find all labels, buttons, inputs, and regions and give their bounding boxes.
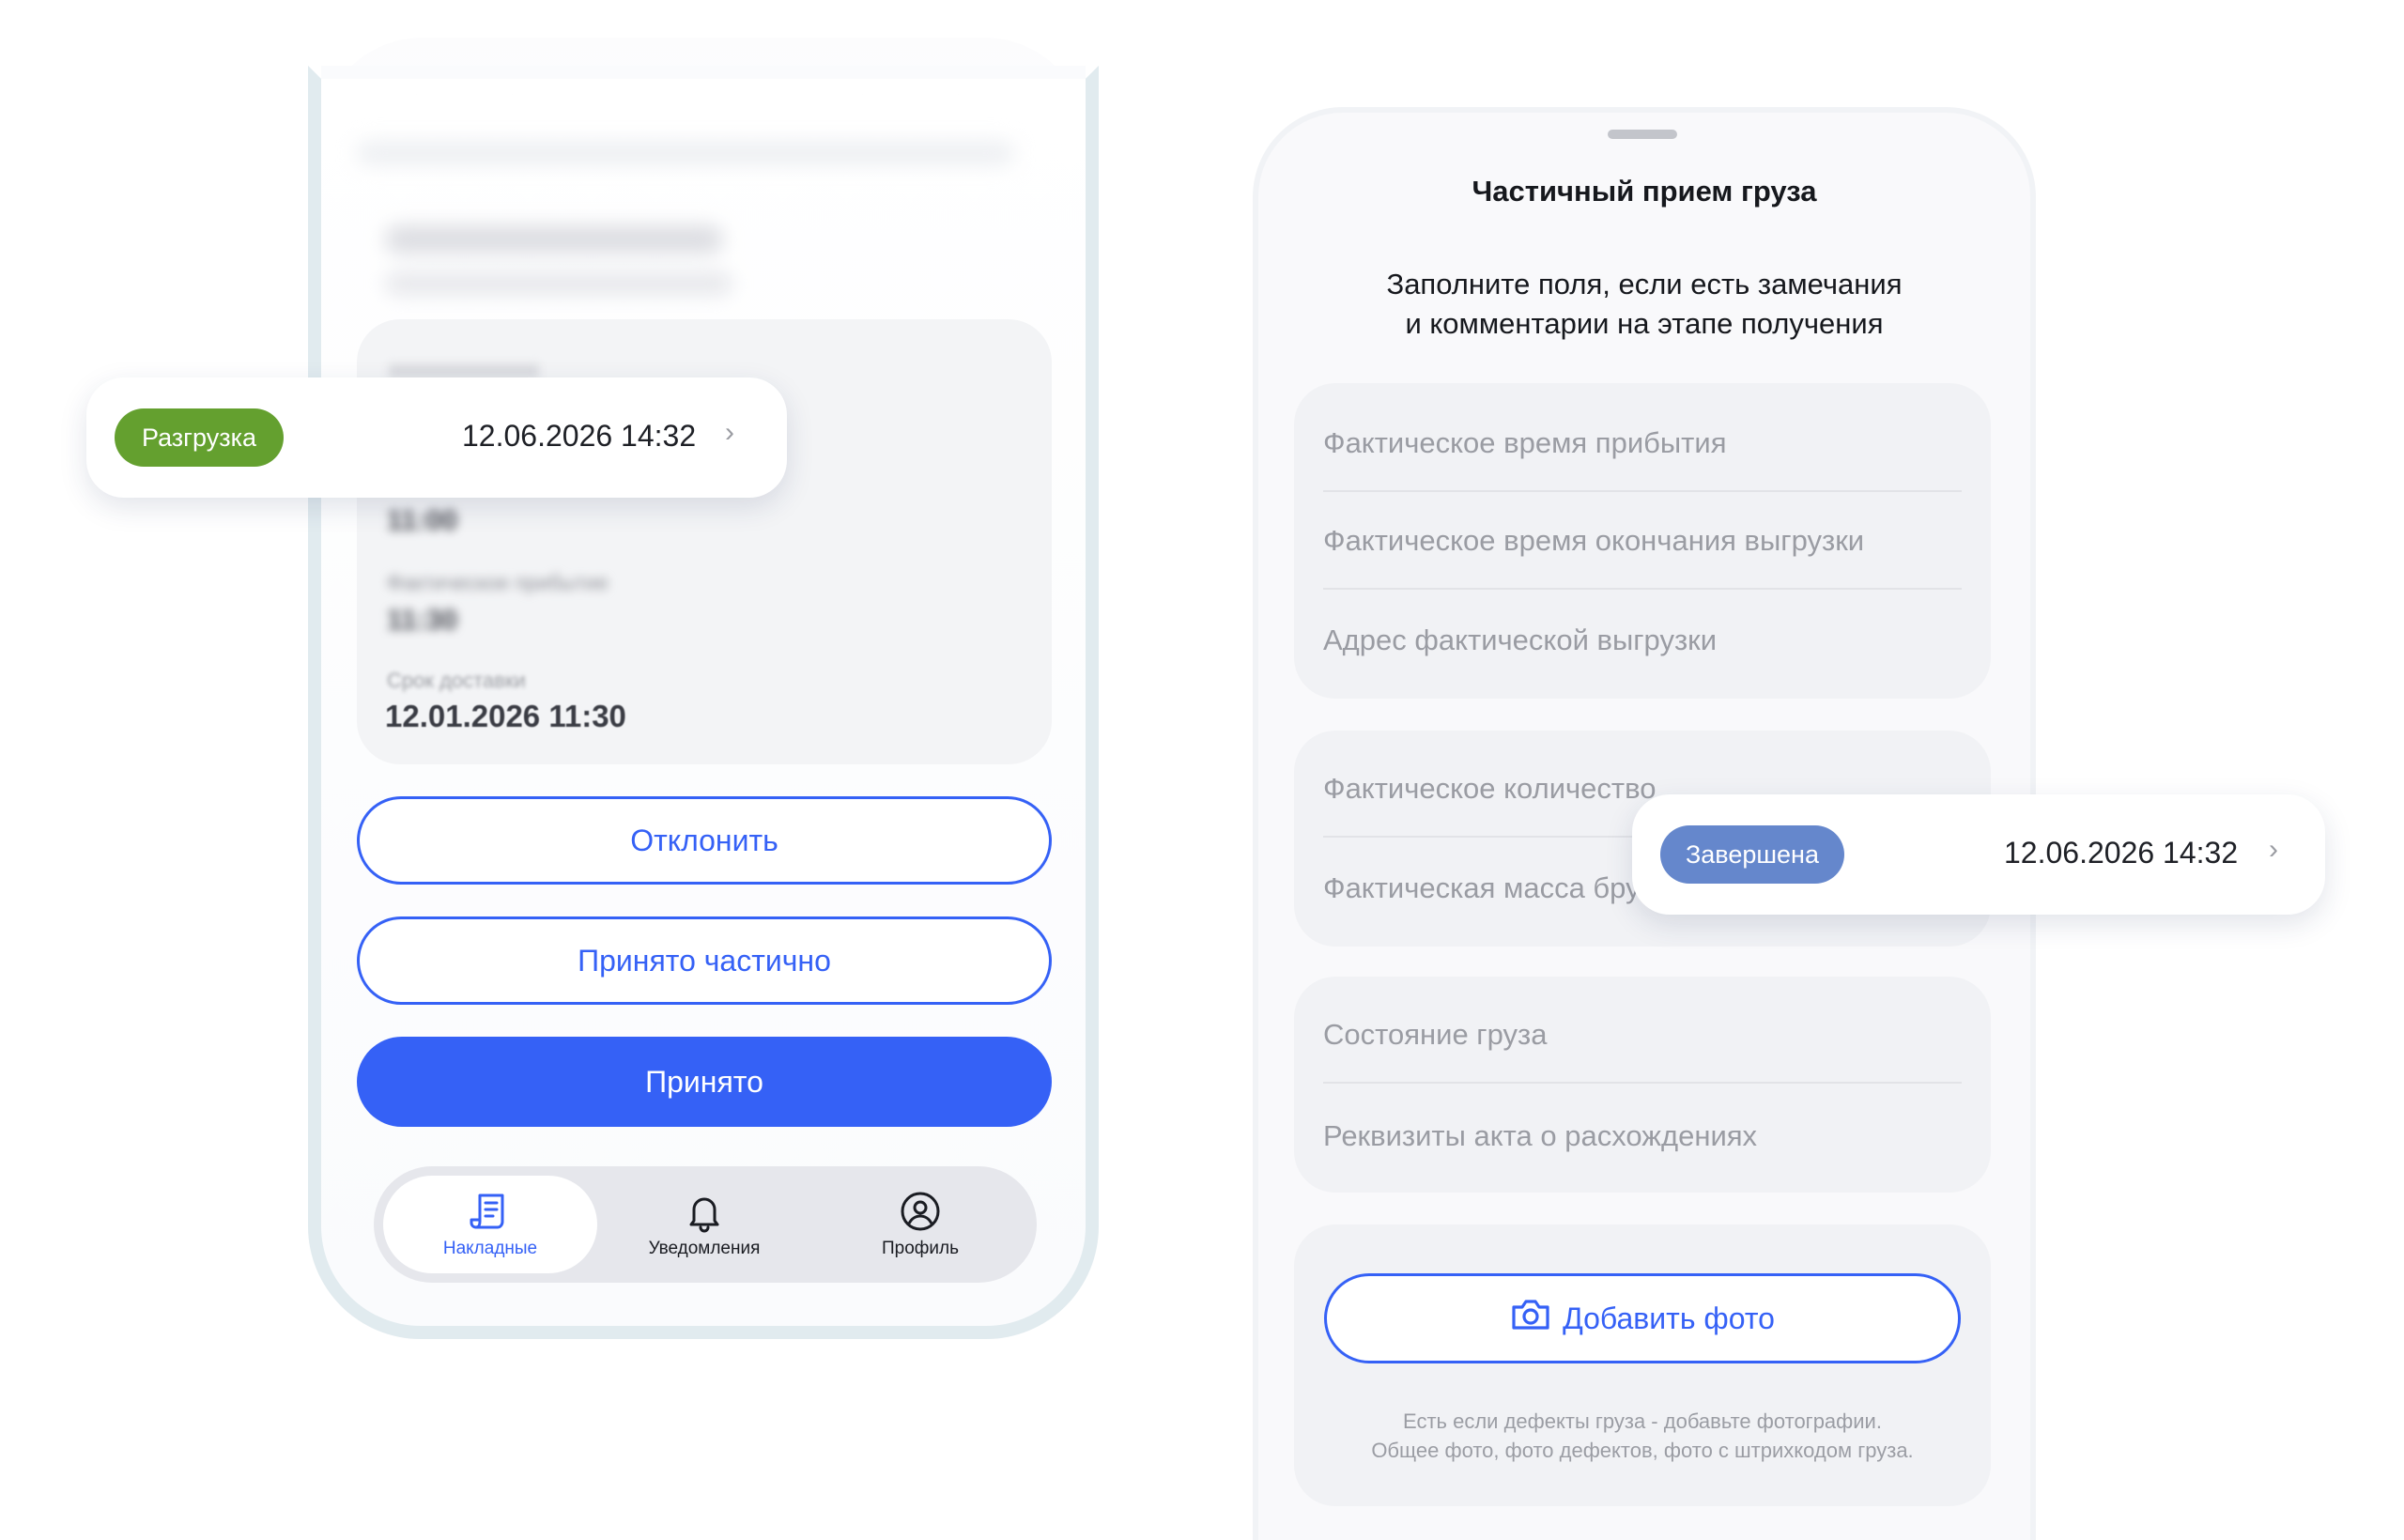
reject-button[interactable]: Отклонить xyxy=(357,796,1052,885)
tab-profile[interactable]: Профиль xyxy=(813,1176,1027,1273)
sheet-subtitle-line1: Заполните поля, если есть замечания xyxy=(1386,268,1903,300)
status-datetime: 12.06.2026 14:32 xyxy=(462,419,697,453)
field-actual-gross-mass[interactable]: Фактическая масса брутто xyxy=(1323,871,1683,905)
bell-icon xyxy=(683,1190,726,1233)
blurred-header xyxy=(357,141,1052,310)
profile-icon xyxy=(899,1190,942,1233)
unloading-status-card[interactable]: Разгрузка 12.06.2026 14:32 › xyxy=(86,377,787,498)
field-unloading-address[interactable]: Адрес фактической выгрузки xyxy=(1323,624,1717,657)
photo-hint-line1: Есть если дефекты груза - добавьте фотог… xyxy=(1403,1409,1882,1433)
divider xyxy=(1323,1082,1962,1084)
delivery-deadline-label: Срок доставки xyxy=(387,669,526,692)
photo-hint-line2: Общее фото, фото дефектов, фото с штрихк… xyxy=(1371,1439,1914,1462)
field-unloading-end-time[interactable]: Фактическое время окончания выгрузки xyxy=(1323,524,1864,558)
delivery-deadline-value: 12.01.2026 11:30 xyxy=(385,699,626,733)
tab-notifications-label: Уведомления xyxy=(648,1239,761,1258)
tab-profile-label: Профиль xyxy=(881,1239,960,1258)
add-photo-label: Добавить фото xyxy=(1563,1301,1775,1335)
sheet-subtitle-line2: и комментарии на этапе получения xyxy=(1405,307,1884,340)
field-discrepancy-act[interactable]: Реквизиты акта о расхождениях xyxy=(1323,1119,1757,1153)
status-badge: Завершена xyxy=(1660,825,1844,884)
invoice-icon xyxy=(469,1190,512,1233)
camera-icon xyxy=(1510,1296,1563,1341)
tab-notifications[interactable]: Уведомления xyxy=(597,1176,811,1273)
sheet-title: Частичный прием груза xyxy=(1472,175,1817,208)
divider xyxy=(1323,490,1962,492)
tab-invoices[interactable]: Накладные xyxy=(383,1176,597,1273)
divider xyxy=(1323,588,1962,590)
status-badge: Разгрузка xyxy=(115,408,284,467)
field-arrival-time[interactable]: Фактическое время прибытия xyxy=(1323,426,1726,460)
completed-status-card[interactable]: Завершена 12.06.2026 14:32 › xyxy=(1632,794,2325,915)
tab-invoices-label: Накладные xyxy=(442,1239,538,1258)
time-fields-group: Фактическое время прибытия Фактическое в… xyxy=(1294,383,1991,699)
field-cargo-condition[interactable]: Состояние груза xyxy=(1323,1018,1547,1052)
chevron-right-icon: › xyxy=(2269,834,2278,865)
accept-button[interactable]: Принято xyxy=(357,1037,1052,1127)
add-photo-button[interactable]: Добавить фото xyxy=(1324,1273,1961,1363)
condition-fields-group: Состояние груза Реквизиты акта о расхожд… xyxy=(1294,977,1991,1193)
sheet-subtitle: Заполните поля, если есть замечания и ко… xyxy=(1258,265,2030,344)
sheet-drag-handle[interactable] xyxy=(1608,130,1677,139)
status-datetime: 12.06.2026 14:32 xyxy=(2004,836,2239,870)
field-actual-quantity[interactable]: Фактическое количество xyxy=(1323,772,1656,806)
photo-hint: Есть если дефекты груза - добавьте фотог… xyxy=(1294,1407,1991,1465)
bottom-tab-bar: Накладные Уведомления Профиль xyxy=(374,1166,1037,1283)
chevron-right-icon: › xyxy=(725,417,734,448)
accept-partial-button[interactable]: Принято частично xyxy=(357,916,1052,1005)
